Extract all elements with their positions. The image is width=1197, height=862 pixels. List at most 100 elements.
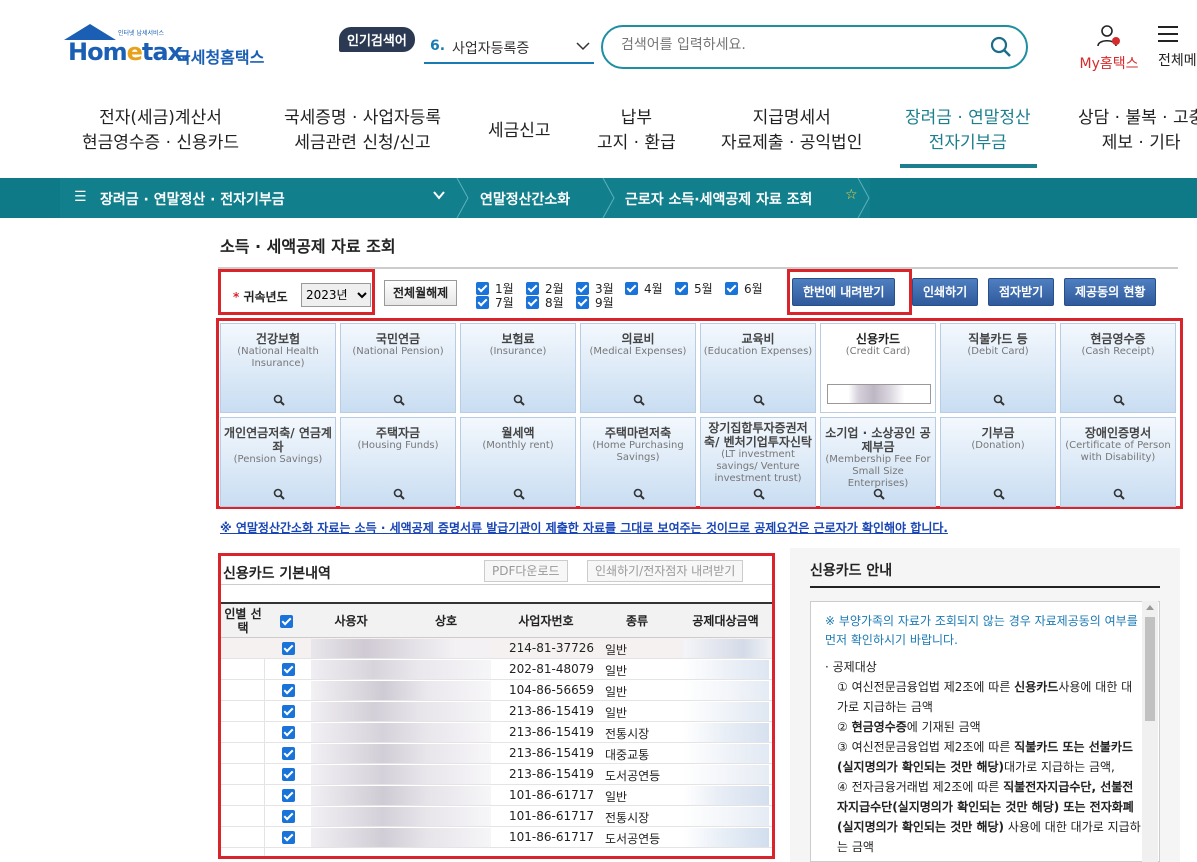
nav-active-indicator — [900, 164, 1037, 168]
category-disability[interactable]: 장애인증명서 (Certificate of Person with Disabi… — [1060, 417, 1176, 507]
category-donation[interactable]: 기부금 (Donation) — [940, 417, 1056, 507]
checkbox-icon — [279, 614, 293, 628]
biz-no-cell: 213-86-15419 — [509, 725, 595, 739]
category-housing-funds[interactable]: 주택자금 (Housing Funds) — [340, 417, 456, 507]
month-checkbox[interactable]: 5월 — [675, 280, 713, 297]
category-health-insurance[interactable]: 건강보험 (National Health Insurance) — [220, 323, 336, 413]
search-input[interactable] — [621, 37, 981, 53]
table-row[interactable]: 213-86-15419 도서공연등 — [221, 764, 772, 785]
list-title: 신용카드 기본내역 — [223, 566, 331, 582]
nav-payment[interactable]: 납부 고지 · 환급 — [597, 106, 676, 156]
row-checkbox[interactable] — [282, 831, 295, 844]
guide-scrollbar[interactable] — [1142, 601, 1158, 862]
row-checkbox[interactable] — [282, 705, 295, 718]
menu-icon[interactable]: ☰ — [74, 189, 87, 205]
scroll-up-icon[interactable] — [1146, 605, 1154, 610]
month-checkbox[interactable]: 7월 — [476, 294, 514, 311]
category-label: 장애인증명서 — [1084, 426, 1152, 440]
nav-tax-filing[interactable]: 세금신고 — [488, 119, 551, 144]
category-lt-investment[interactable]: 장기집합투자증권저축/ 벤처기업투자신탁 (LT investment savin… — [700, 417, 816, 507]
category-pension-savings[interactable]: 개인연금저축/ 연금계좌 (Pension Savings) — [220, 417, 336, 507]
main-nav: 전자(세금)계산서 현금영수증 · 신용카드 국세증명 · 사업자등록세금관련 신… — [0, 106, 1197, 170]
row-checkbox[interactable] — [282, 726, 295, 739]
category-national-pension[interactable]: 국민연금 (National Pension) — [340, 323, 456, 413]
redacted-amount — [683, 639, 769, 658]
nav-statements[interactable]: 지급명세서 자료제출 · 공익법인 — [721, 106, 862, 156]
category-debit-card[interactable]: 직불카드 등 (Debit Card) — [940, 323, 1056, 413]
breadcrumb-level1[interactable]: 장려금 · 연말정산 · 전자기부금 — [100, 189, 285, 209]
table-row[interactable]: 202-81-48079 일반 — [221, 659, 772, 680]
month-checkbox[interactable]: 6월 — [725, 280, 763, 297]
breadcrumb-level2[interactable]: 연말정산간소화 — [480, 189, 570, 209]
table-row[interactable]: 213-86-15419 전통시장 — [221, 722, 772, 743]
category-insurance[interactable]: 보험료 (Insurance) — [460, 323, 576, 413]
row-checkbox[interactable] — [282, 684, 295, 697]
header: 인터넷 납세서비스 Hometax. 국세청홈택스 인기검색어 6. 사업자등록… — [0, 0, 1197, 95]
chevron-down-icon[interactable] — [576, 40, 590, 54]
braille-button[interactable]: 점자받기 — [988, 278, 1055, 306]
row-checkbox[interactable] — [282, 768, 295, 781]
table-row[interactable]: 213-86-15419 일반 — [221, 701, 772, 722]
type-cell: 일반 — [605, 685, 628, 699]
month-checkbox[interactable]: 8월 — [526, 294, 564, 311]
scroll-thumb[interactable] — [1145, 617, 1155, 721]
print-button[interactable]: 인쇄하기 — [912, 278, 979, 306]
redacted-cell — [311, 828, 491, 847]
category-education[interactable]: 교육비 (Education Expenses) — [700, 323, 816, 413]
nav-line2: 세금관련 신청/신고 — [294, 133, 431, 153]
row-checkbox[interactable] — [282, 642, 295, 655]
row-checkbox[interactable] — [282, 747, 295, 760]
guide-section: · 공제대상 — [825, 660, 877, 674]
my-hometax-link[interactable]: My홈택스 — [1074, 24, 1144, 73]
nav-consulting[interactable]: 상담 · 불복 · 고충 제보 · 기타 — [1078, 106, 1197, 156]
table-row[interactable]: 101-86-61717 일반 — [221, 785, 772, 806]
month-checkbox[interactable]: 4월 — [625, 280, 663, 297]
hometax-logo[interactable]: 인터넷 납세서비스 Hometax. 국세청홈택스 — [62, 22, 282, 74]
search-icon[interactable] — [990, 36, 1012, 58]
guide-content[interactable]: ※ 부양가족의 자료가 조회되지 않는 경우 자료제공동의 여부를 먼저 확인하… — [810, 601, 1160, 862]
chevron-down-icon[interactable] — [432, 188, 446, 206]
print-braille-button[interactable]: 인쇄하기/전자점자 내려받기 — [587, 560, 744, 582]
divider — [221, 584, 772, 585]
category-small-business[interactable]: 소기업 · 소상공인 공제부금 (Membership Fee For Small… — [820, 417, 936, 507]
breadcrumb-separator-icon — [857, 178, 870, 218]
row-checkbox[interactable] — [282, 810, 295, 823]
toggle-all-months-button[interactable]: 전체월해제 — [384, 280, 458, 306]
favorite-star-icon[interactable]: ☆ — [845, 187, 858, 203]
table-row[interactable]: 104-86-56659 일반 — [221, 680, 772, 701]
table-row[interactable]: 101-86-61717 전통시장 — [221, 806, 772, 827]
category-monthly-rent[interactable]: 월세액 (Monthly rent) — [460, 417, 576, 507]
category-grid: 건강보험 (National Health Insurance) 국민연금 (Nat… — [216, 318, 1183, 509]
nav-certificates[interactable]: 국세증명 · 사업자등록세금관련 신청/신고 — [284, 106, 441, 156]
month-checkbox[interactable]: 9월 — [576, 294, 614, 311]
nav-einvoice[interactable]: 전자(세금)계산서 현금영수증 · 신용카드 — [82, 106, 239, 156]
year-select[interactable]: 2023년 — [301, 283, 371, 307]
redacted-cell — [311, 786, 491, 805]
credit-card-amount-redacted — [827, 384, 931, 404]
nav-line1: 국세증명 · 사업자등록 — [284, 108, 441, 128]
notice-text[interactable]: ※ 연말정산간소화 자료는 소득 · 세액공제 증명서류 발급기관이 제출한 자… — [220, 519, 948, 536]
th-select-all[interactable] — [265, 604, 307, 638]
row-checkbox[interactable] — [282, 663, 295, 676]
category-medical[interactable]: 의료비 (Medical Expenses) — [580, 323, 696, 413]
logo-tagline: 인터넷 납세서비스 — [118, 30, 165, 37]
table-row[interactable]: 214-81-37726 일반 — [221, 638, 772, 659]
row-checkbox[interactable] — [282, 789, 295, 802]
nav-year-end[interactable]: 장려금 · 연말정산 전자기부금 — [905, 106, 1031, 156]
search-icon — [513, 488, 525, 500]
filter-row: * 귀속년도 2023년 전체월해제 1월 2월 3월 4월 5월 6월 7월 … — [218, 267, 1178, 315]
provider-status-button[interactable]: 제공동의 현황 — [1064, 278, 1157, 306]
download-all-button[interactable]: 한번에 내려받기 — [792, 278, 896, 306]
search-icon — [993, 394, 1005, 406]
table-row[interactable]: 101-86-61717 도서공연등 — [221, 827, 772, 848]
category-credit-card[interactable]: 신용카드 (Credit Card) — [820, 323, 936, 413]
hamburger-icon — [1158, 26, 1178, 42]
all-menu-label: 전체메 — [1158, 53, 1197, 69]
table-row[interactable]: 213-86-15419 대중교통 — [221, 743, 772, 764]
all-menu-button[interactable]: 전체메 — [1158, 26, 1197, 70]
category-cash-receipt[interactable]: 현금영수증 (Cash Receipt) — [1060, 323, 1176, 413]
pdf-download-button[interactable]: PDF다운로드 — [484, 560, 568, 582]
biz-no-cell: 214-81-37726 — [509, 641, 595, 655]
popular-keyword[interactable]: 사업자등록증 — [452, 38, 529, 58]
category-home-savings[interactable]: 주택마련저축 (Home Purchasing Savings) — [580, 417, 696, 507]
